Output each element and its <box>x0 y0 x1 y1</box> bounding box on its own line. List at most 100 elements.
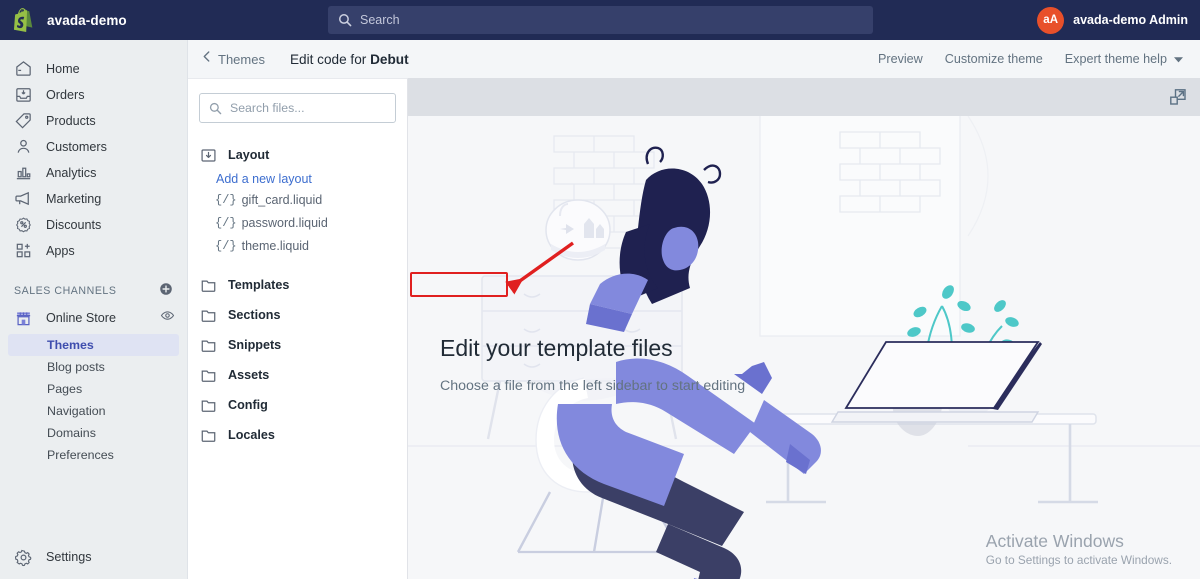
product-tag-icon <box>14 111 33 130</box>
sidebar-item-label: Customers <box>46 139 107 154</box>
sidebar-item-label: Apps <box>46 243 75 258</box>
folder-icon <box>200 277 217 294</box>
folder-icon <box>200 337 217 354</box>
online-store-sub-nav: Themes Blog posts Pages Navigation Domai… <box>0 334 187 466</box>
liquid-file-icon: {/} <box>215 238 237 253</box>
sidebar-item-themes[interactable]: Themes <box>8 334 179 356</box>
customer-person-icon <box>14 137 33 156</box>
folder-icon <box>200 367 217 384</box>
folder-config[interactable]: Config <box>188 390 407 420</box>
sidebar-item-pages[interactable]: Pages <box>0 378 187 400</box>
folder-icon <box>200 307 217 324</box>
sidebar-item-preferences[interactable]: Preferences <box>0 444 187 466</box>
file-gift-card-liquid[interactable]: {/} gift_card.liquid <box>188 188 407 211</box>
global-search-box[interactable] <box>328 6 873 34</box>
empty-state-title: Edit your template files <box>440 335 673 361</box>
shopify-bag-icon <box>14 8 36 32</box>
search-icon <box>209 102 222 115</box>
empty-state-message: Edit your template files Choose a file f… <box>440 333 760 397</box>
add-a-new-layout-link[interactable]: Add a new layout <box>188 170 407 188</box>
file-search-box[interactable] <box>199 93 396 123</box>
orders-inbox-icon <box>14 85 33 104</box>
folder-name: Layout <box>228 148 270 162</box>
sidebar-item-domains[interactable]: Domains <box>0 422 187 444</box>
code-editor-pane: Edit your template files Choose a file f… <box>408 78 1200 579</box>
discount-percent-icon <box>14 215 33 234</box>
sales-channels-section-header: SALES CHANNELS <box>0 281 187 301</box>
folder-templates[interactable]: Templates <box>188 270 407 300</box>
preview-button[interactable]: Preview <box>878 52 923 66</box>
home-icon <box>14 59 33 78</box>
file-name: gift_card.liquid <box>241 192 323 207</box>
sidebar-item-apps[interactable]: Apps <box>0 238 179 263</box>
content-area: Themes Edit code for Debut Preview Custo… <box>188 40 1200 579</box>
expert-theme-help-label: Expert theme help <box>1064 52 1167 66</box>
sidebar-item-home[interactable]: Home <box>0 56 179 81</box>
watermark-subtitle: Go to Settings to activate Windows. <box>985 553 1172 567</box>
file-name: password.liquid <box>241 215 328 230</box>
folder-name: Templates <box>228 278 290 292</box>
folder-icon <box>200 397 217 414</box>
empty-state-subtitle: Choose a file from the left sidebar to s… <box>440 378 746 394</box>
page-header: Themes Edit code for Debut Preview Custo… <box>188 40 1200 78</box>
liquid-file-icon: {/} <box>215 215 237 230</box>
folder-snippets[interactable]: Snippets <box>188 330 407 360</box>
plus-circle-icon[interactable] <box>159 282 173 301</box>
sidebar-item-discounts[interactable]: Discounts <box>0 212 179 237</box>
folder-open-down-icon <box>200 147 217 164</box>
expert-theme-help-menu[interactable]: Expert theme help <box>1065 52 1183 66</box>
windows-activation-watermark: Activate Windows Go to Settings to activ… <box>986 530 1172 569</box>
sidebar-item-label: Marketing <box>46 191 102 206</box>
chevron-down-icon <box>1174 52 1183 66</box>
sidebar-item-marketing[interactable]: Marketing <box>0 186 179 211</box>
analytics-bars-icon <box>14 163 33 182</box>
sidebar-item-customers[interactable]: Customers <box>0 134 179 159</box>
sidebar-item-label: Discounts <box>46 217 102 232</box>
top-navigation-bar: avada-demo aA avada-demo Admin <box>0 0 1200 40</box>
sidebar-item-label: Home <box>46 61 80 76</box>
user-menu[interactable]: aA avada-demo Admin <box>1037 0 1188 40</box>
brand-area[interactable]: avada-demo <box>0 8 188 32</box>
folder-name: Assets <box>228 368 270 382</box>
folder-name: Sections <box>228 308 281 322</box>
folder-name: Config <box>228 398 268 412</box>
expand-fullscreen-icon[interactable] <box>1168 87 1188 107</box>
sidebar-item-label: Analytics <box>46 165 97 180</box>
customize-theme-button[interactable]: Customize theme <box>945 52 1043 66</box>
folder-assets[interactable]: Assets <box>188 360 407 390</box>
liquid-file-icon: {/} <box>215 192 237 207</box>
sidebar-item-online-store[interactable]: Online Store <box>0 305 187 331</box>
marketing-megaphone-icon <box>14 189 33 208</box>
sidebar-item-analytics[interactable]: Analytics <box>0 160 179 185</box>
folder-name: Snippets <box>228 338 282 352</box>
sidebar-item-label: Orders <box>46 87 85 102</box>
folder-locales[interactable]: Locales <box>188 420 407 450</box>
sidebar-item-settings[interactable]: Settings <box>0 535 188 579</box>
file-theme-liquid[interactable]: {/} theme.liquid <box>188 234 407 257</box>
file-name: theme.liquid <box>241 238 310 253</box>
page-title: Edit code for Debut <box>290 52 409 67</box>
sidebar-item-products[interactable]: Products <box>0 108 179 133</box>
settings-label: Settings <box>46 550 92 564</box>
online-store-label: Online Store <box>46 311 117 325</box>
sidebar-item-orders[interactable]: Orders <box>0 82 179 107</box>
sidebar-item-blog-posts[interactable]: Blog posts <box>0 356 187 378</box>
folder-icon <box>200 427 217 444</box>
sidebar-item-navigation[interactable]: Navigation <box>0 400 187 422</box>
apps-grid-icon <box>14 241 33 260</box>
sidebar-item-label: Products <box>46 113 96 128</box>
search-icon <box>338 13 352 27</box>
folder-sections[interactable]: Sections <box>188 300 407 330</box>
file-tree-panel: Layout Add a new layout {/} gift_card.li… <box>188 78 408 579</box>
chevron-left-icon <box>202 50 211 68</box>
file-search-input[interactable] <box>230 101 386 115</box>
file-password-liquid[interactable]: {/} password.liquid <box>188 211 407 234</box>
folder-layout[interactable]: Layout <box>188 140 407 170</box>
breadcrumb[interactable]: Themes <box>196 50 271 68</box>
file-tree: Layout Add a new layout {/} gift_card.li… <box>188 140 407 450</box>
search-input[interactable] <box>360 13 863 27</box>
folder-name: Locales <box>228 428 275 442</box>
section-title: SALES CHANNELS <box>14 285 117 297</box>
eye-icon[interactable] <box>160 308 175 328</box>
storefront-icon <box>14 309 33 328</box>
